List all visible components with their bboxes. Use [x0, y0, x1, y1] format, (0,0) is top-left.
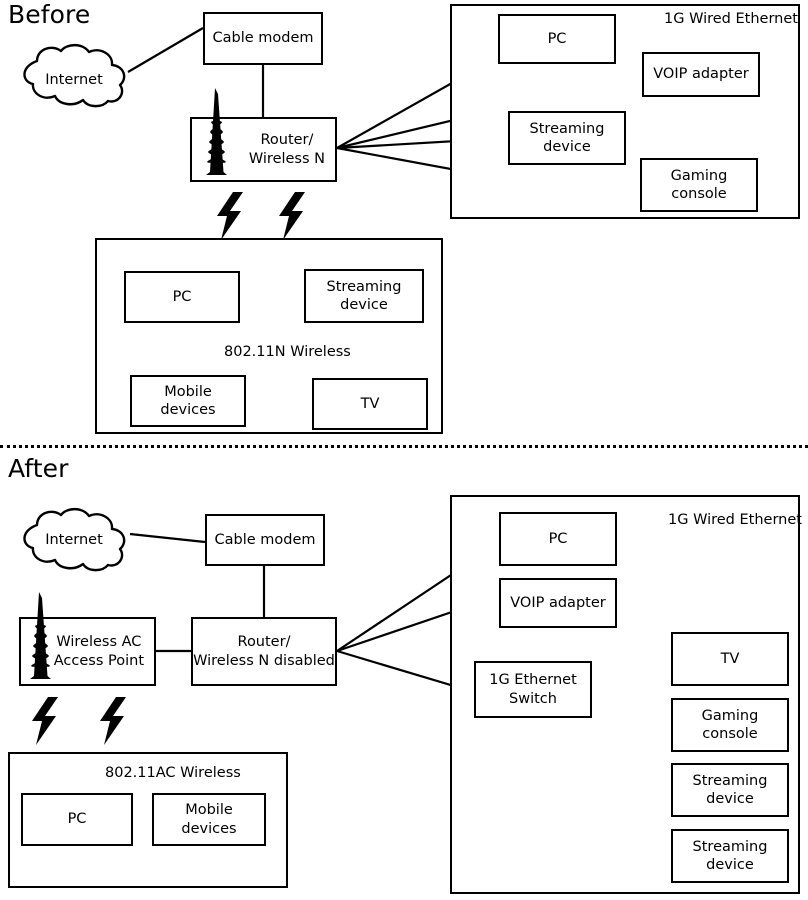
- device-label: TV: [360, 395, 380, 412]
- network-diagram-canvas: Before Internet Cable modem Router/ Wire…: [0, 0, 808, 900]
- device-label: PC: [547, 30, 567, 47]
- device-label: Gaming console: [701, 707, 759, 742]
- device-label: Mobile devices: [160, 383, 216, 418]
- internet-label-after: Internet: [45, 532, 103, 548]
- device-label: 1G Ethernet Switch: [489, 672, 577, 707]
- device-label: Streaming device: [692, 838, 768, 873]
- wireless-device-streaming-before: Streaming device: [304, 269, 424, 323]
- wireless-signal-bolt-icon-2-after: [98, 697, 130, 745]
- cable-modem-box-before: Cable modem: [203, 12, 323, 65]
- section-heading-after: After: [8, 454, 69, 483]
- wireless-signal-bolt-icon-1-after: [30, 697, 62, 745]
- wired-device-gaming-console-before: Gaming console: [640, 158, 758, 212]
- wired-device-streaming-before: Streaming device: [508, 111, 626, 165]
- wireless-device-mobile-after: Mobile devices: [152, 793, 266, 846]
- device-label: Streaming device: [529, 120, 605, 155]
- device-label: Streaming device: [326, 278, 402, 313]
- wireless-group-label-after: 802.11AC Wireless: [105, 765, 241, 781]
- wired-device-tv-after: TV: [671, 632, 789, 686]
- wired-ethernet-group-label-after: 1G Wired Ethernet: [668, 512, 802, 528]
- router-box-after: Router/ Wireless N disabled: [191, 617, 337, 686]
- wireless-group-label-before: 802.11N Wireless: [224, 344, 351, 360]
- wired-device-pc-after: PC: [499, 512, 617, 566]
- device-label: PC: [172, 288, 192, 305]
- internet-label-before: Internet: [45, 72, 103, 88]
- wireless-device-pc-after: PC: [21, 793, 133, 846]
- wired-device-voip-adapter-before: VOIP adapter: [642, 52, 760, 97]
- device-label: Streaming device: [692, 772, 768, 807]
- wireless-signal-bolt-icon-1-before: [215, 192, 247, 240]
- wireless-device-tv-before: TV: [312, 378, 428, 430]
- device-label: PC: [67, 811, 87, 828]
- wireless-device-pc-before: PC: [124, 271, 240, 323]
- device-label: Mobile devices: [181, 802, 237, 837]
- device-label: PC: [548, 530, 568, 547]
- wired-ethernet-group-label-before: 1G Wired Ethernet: [664, 11, 798, 27]
- device-label: TV: [720, 650, 740, 667]
- router-label-after: Router/ Wireless N disabled: [193, 634, 335, 669]
- section-divider: [0, 445, 808, 448]
- wireless-device-mobile-before: Mobile devices: [130, 375, 246, 427]
- wireless-signal-bolt-icon-2-before: [277, 192, 309, 240]
- wired-device-streaming-1-after: Streaming device: [671, 763, 789, 817]
- device-label: VOIP adapter: [510, 594, 606, 611]
- router-label-before: Router/ Wireless N: [248, 132, 325, 167]
- section-heading-before: Before: [8, 0, 91, 29]
- cable-modem-box-after: Cable modem: [205, 514, 325, 566]
- wired-device-gaming-console-after: Gaming console: [671, 698, 789, 752]
- access-point-label-after: Wireless AC Access Point: [53, 634, 144, 669]
- device-label: Gaming console: [670, 167, 728, 202]
- antenna-tower-icon: [20, 592, 62, 680]
- device-label: VOIP adapter: [653, 66, 749, 83]
- cable-modem-label-before: Cable modem: [212, 30, 314, 47]
- wired-device-pc-before: PC: [498, 14, 616, 64]
- wired-device-voip-adapter-after: VOIP adapter: [499, 578, 617, 628]
- wired-device-streaming-2-after: Streaming device: [671, 829, 789, 883]
- ethernet-switch-box-after: 1G Ethernet Switch: [474, 661, 592, 718]
- antenna-tower-icon: [196, 88, 238, 176]
- cable-modem-label-after: Cable modem: [214, 531, 316, 548]
